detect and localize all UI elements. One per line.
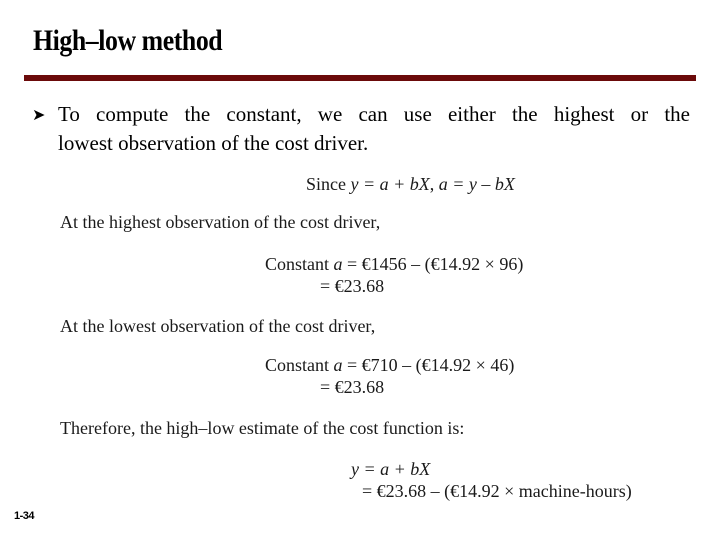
equation-y: y = a + bX <box>351 459 431 479</box>
arrow-bullet-icon: ➤ <box>32 105 46 124</box>
bullet-line-1: To compute the constant, we can use eith… <box>58 102 690 126</box>
cost-function-result: = €23.68 – (€14.92 × machine-hours) <box>362 481 632 501</box>
highest-constant-equation: Constant a = €1456 – (€14.92 × 96) <box>265 254 523 275</box>
lowest-expression: = €710 – (€14.92 × 46) <box>342 355 515 375</box>
constant-label: Constant <box>265 254 334 274</box>
bullet-line-2: lowest observation of the cost driver. <box>58 131 369 155</box>
separator: , <box>429 174 439 194</box>
highest-expression: = €1456 – (€14.92 × 96) <box>342 254 524 274</box>
highest-heading: At the highest observation of the cost d… <box>60 212 381 232</box>
constant-label: Constant <box>265 355 334 375</box>
lowest-constant-equation: Constant a = €710 – (€14.92 × 46) <box>265 355 514 376</box>
lowest-result: = €23.68 <box>320 377 385 397</box>
equation-y: y = a + bX <box>350 174 430 194</box>
title-divider <box>24 75 696 81</box>
equation-a: a = y – bX <box>438 174 515 194</box>
constant-var: a <box>333 355 343 375</box>
since-equation: Since y = a + bX, a = y – bX <box>306 174 515 195</box>
bullet-point: ➤ To compute the constant, we can use ei… <box>32 100 690 158</box>
slide-number: 1-34 <box>14 510 35 522</box>
slide-title: High–low method <box>33 24 223 57</box>
since-prefix: Since <box>306 174 351 194</box>
lowest-heading: At the lowest observation of the cost dr… <box>60 316 376 336</box>
constant-var: a <box>333 254 343 274</box>
cost-function-equation: y = a + bX <box>351 459 430 480</box>
highest-result: = €23.68 <box>320 276 385 296</box>
conclusion-heading: Therefore, the high–low estimate of the … <box>60 418 465 438</box>
